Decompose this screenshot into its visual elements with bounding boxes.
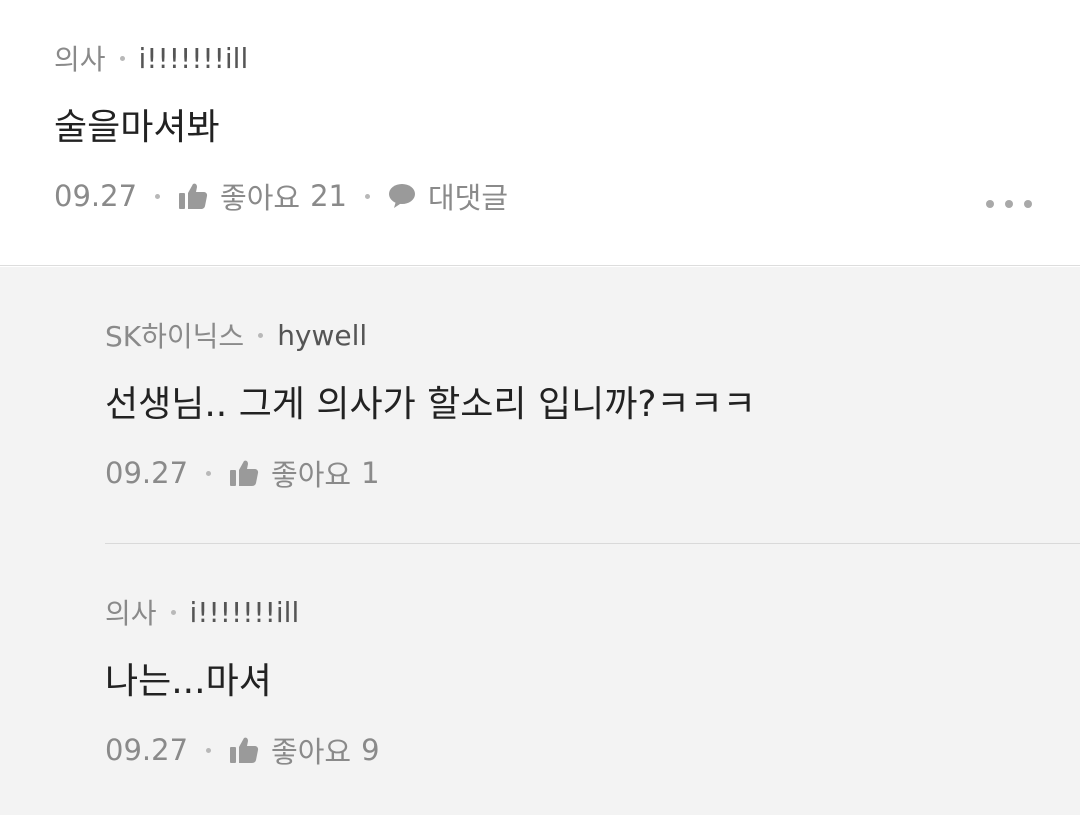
like-label: 좋아요	[271, 735, 352, 769]
reply-date: 09.27	[105, 733, 189, 767]
author-id[interactable]: i!!!!!!!ill	[190, 596, 300, 629]
author-id[interactable]: hywell	[277, 319, 367, 352]
like-label: 좋아요	[271, 458, 352, 492]
like-button[interactable]: 좋아요 1	[229, 452, 380, 494]
separator-dot	[206, 470, 212, 476]
reply-actions: 09.27 좋아요 1	[105, 452, 380, 494]
author-name[interactable]: SK하이닉스	[105, 315, 244, 355]
reply-author: SK하이닉스 hywell	[105, 315, 367, 355]
reply-text: 선생님.. 그게 의사가 할소리 입니까?ㅋㅋㅋ	[105, 384, 756, 425]
separator-dot	[364, 193, 370, 199]
like-count: 21	[310, 179, 347, 213]
thumbs-up-icon	[229, 459, 259, 487]
thumbs-up-icon	[178, 182, 208, 210]
separator-dot	[258, 332, 264, 338]
comment-text: 술을마셔봐	[54, 107, 220, 148]
speech-bubble-icon	[388, 183, 416, 209]
like-count: 1	[361, 456, 380, 490]
separator-dot	[206, 747, 212, 753]
separator-dot	[155, 193, 161, 199]
separator-dot	[170, 609, 176, 615]
reply-actions: 09.27 좋아요 9	[105, 729, 380, 771]
like-label: 좋아요	[220, 181, 301, 215]
reply-date: 09.27	[105, 456, 189, 490]
reply-text: 나는...마셔	[105, 661, 272, 702]
reply-author: 의사 i!!!!!!!ill	[105, 592, 299, 632]
comment-author: 의사 i!!!!!!!ill	[54, 38, 248, 78]
thumbs-up-icon	[229, 736, 259, 764]
comment: 의사 i!!!!!!!ill 술을마셔봐 09.27 좋아요 21 대댓글	[0, 0, 1080, 266]
reply-button[interactable]: 대댓글	[388, 175, 508, 217]
more-dots-icon[interactable]	[986, 196, 1032, 212]
author-name[interactable]: 의사	[54, 38, 106, 78]
like-count: 9	[361, 733, 380, 767]
comment-actions: 09.27 좋아요 21 대댓글	[54, 175, 508, 217]
author-name[interactable]: 의사	[105, 592, 157, 632]
like-button[interactable]: 좋아요 21	[178, 175, 347, 217]
comment-date: 09.27	[54, 179, 138, 213]
author-id[interactable]: i!!!!!!!ill	[139, 42, 249, 75]
like-button[interactable]: 좋아요 9	[229, 729, 380, 771]
reply-list: SK하이닉스 hywell 선생님.. 그게 의사가 할소리 입니까?ㅋㅋㅋ 0…	[0, 267, 1080, 815]
reply-label: 대댓글	[427, 181, 509, 215]
separator-dot	[119, 55, 125, 61]
reply-divider	[105, 543, 1080, 544]
